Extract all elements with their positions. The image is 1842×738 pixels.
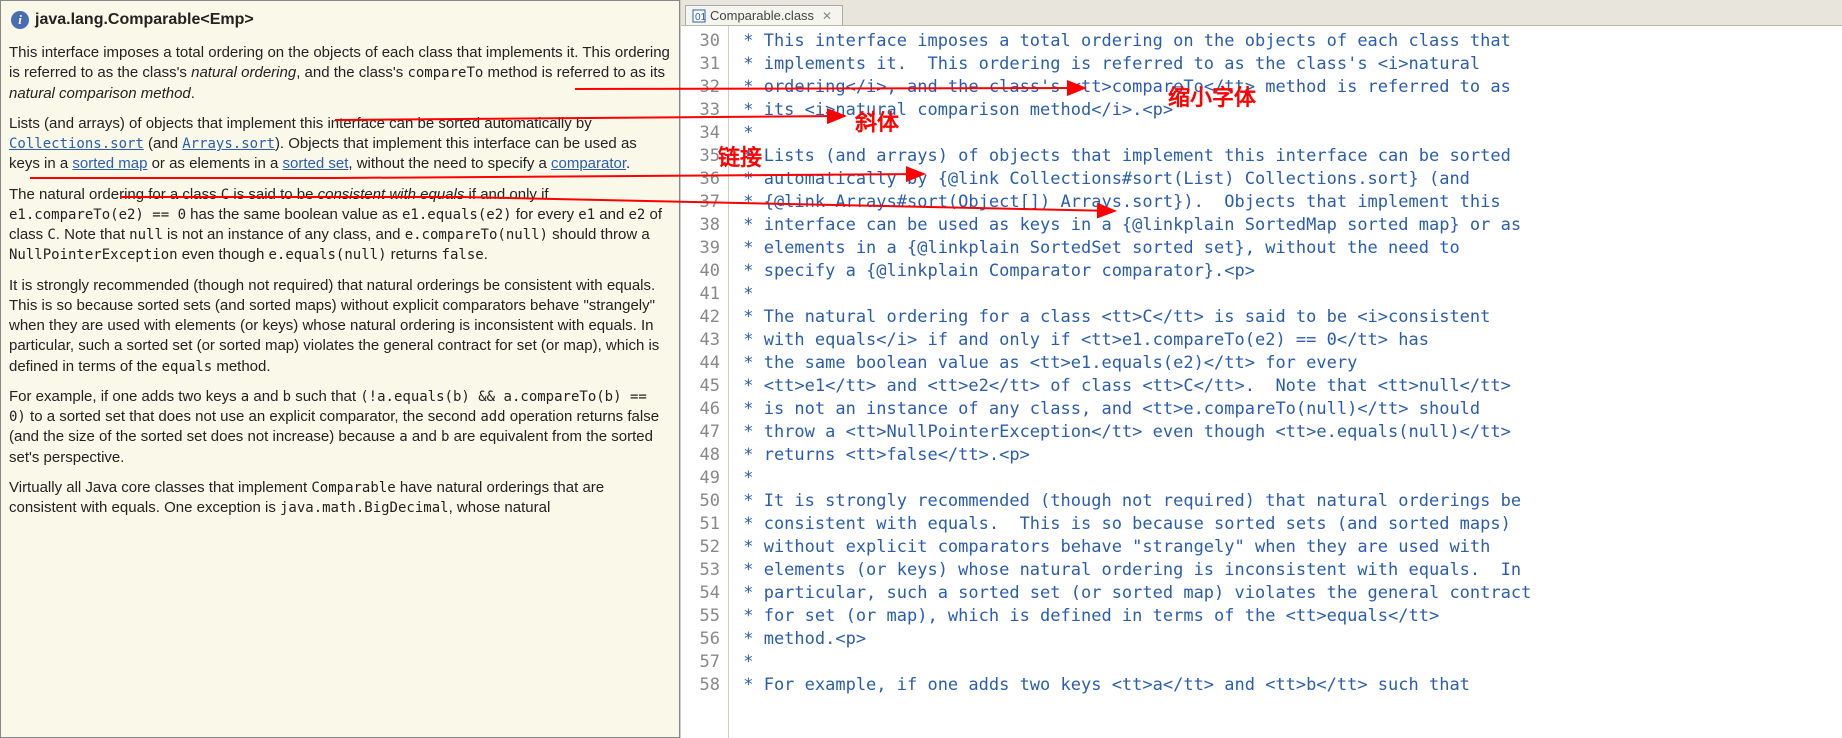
code-line[interactable]: * {@link Arrays#sort(Object[]) Arrays.so… bbox=[733, 191, 1838, 214]
line-number: 42 bbox=[685, 306, 720, 329]
code-line[interactable]: * implements it. This ordering is referr… bbox=[733, 53, 1838, 76]
code-text-area[interactable]: * This interface imposes a total orderin… bbox=[729, 26, 1842, 738]
link-sorted-map[interactable]: sorted map bbox=[72, 155, 147, 172]
code-line[interactable]: * its <i>natural comparison method</i>.<… bbox=[733, 99, 1838, 122]
line-number: 58 bbox=[685, 674, 720, 697]
line-number-gutter: 3031323334353637383940414243444546474849… bbox=[681, 26, 729, 738]
svg-text:01: 01 bbox=[695, 12, 706, 23]
javadoc-header: i java.lang.Comparable<Emp> bbox=[9, 7, 671, 33]
line-number: 50 bbox=[685, 490, 720, 513]
editor-tab-bar: 01 Comparable.class ✕ bbox=[681, 0, 1842, 26]
code-line[interactable]: * method.<p> bbox=[733, 628, 1838, 651]
code-line[interactable]: * the same boolean value as <tt>e1.equal… bbox=[733, 352, 1838, 375]
code-line[interactable]: * for set (or map), which is defined in … bbox=[733, 605, 1838, 628]
code-line[interactable]: * specify a {@linkplain Comparator compa… bbox=[733, 260, 1838, 283]
code-line[interactable]: * throw a <tt>NullPointerException</tt> … bbox=[733, 421, 1838, 444]
line-number: 51 bbox=[685, 513, 720, 536]
line-number: 39 bbox=[685, 237, 720, 260]
link-arrays-sort[interactable]: Arrays.sort bbox=[182, 136, 275, 152]
line-number: 43 bbox=[685, 329, 720, 352]
line-number: 33 bbox=[685, 99, 720, 122]
code-line[interactable]: * <tt>e1</tt> and <tt>e2</tt> of class <… bbox=[733, 375, 1838, 398]
close-icon[interactable]: ✕ bbox=[822, 9, 832, 23]
code-line[interactable]: * ordering</i>, and the class's <tt>comp… bbox=[733, 76, 1838, 99]
class-file-icon: 01 bbox=[692, 9, 706, 23]
code-line[interactable]: * The natural ordering for a class <tt>C… bbox=[733, 306, 1838, 329]
line-number: 34 bbox=[685, 122, 720, 145]
line-number: 44 bbox=[685, 352, 720, 375]
javadoc-paragraph-2: Lists (and arrays) of objects that imple… bbox=[9, 114, 671, 175]
javadoc-paragraph-5: For example, if one adds two keys a and … bbox=[9, 387, 671, 468]
code-line[interactable]: * elements in a {@linkplain SortedSet so… bbox=[733, 237, 1838, 260]
code-line[interactable]: * returns <tt>false</tt>.<p> bbox=[733, 444, 1838, 467]
link-comparator[interactable]: comparator bbox=[551, 155, 626, 172]
line-number: 30 bbox=[685, 30, 720, 53]
tab-comparable-class[interactable]: 01 Comparable.class ✕ bbox=[685, 5, 843, 25]
code-line[interactable]: * particular, such a sorted set (or sort… bbox=[733, 582, 1838, 605]
code-editor[interactable]: 3031323334353637383940414243444546474849… bbox=[681, 26, 1842, 738]
code-line[interactable]: * Lists (and arrays) of objects that imp… bbox=[733, 145, 1838, 168]
code-line[interactable]: * It is strongly recommended (though not… bbox=[733, 490, 1838, 513]
tab-label: Comparable.class bbox=[710, 8, 814, 23]
line-number: 48 bbox=[685, 444, 720, 467]
line-number: 36 bbox=[685, 168, 720, 191]
code-line[interactable]: * is not an instance of any class, and <… bbox=[733, 398, 1838, 421]
code-line[interactable]: * bbox=[733, 122, 1838, 145]
code-line[interactable]: * consistent with equals. This is so bec… bbox=[733, 513, 1838, 536]
javadoc-paragraph-4: It is strongly recommended (though not r… bbox=[9, 276, 671, 377]
line-number: 46 bbox=[685, 398, 720, 421]
line-number: 55 bbox=[685, 605, 720, 628]
line-number: 57 bbox=[685, 651, 720, 674]
line-number: 47 bbox=[685, 421, 720, 444]
line-number: 52 bbox=[685, 536, 720, 559]
line-number: 32 bbox=[685, 76, 720, 99]
code-line[interactable]: * bbox=[733, 283, 1838, 306]
line-number: 53 bbox=[685, 559, 720, 582]
line-number: 41 bbox=[685, 283, 720, 306]
code-line[interactable]: * bbox=[733, 651, 1838, 674]
link-sorted-set[interactable]: sorted set bbox=[283, 155, 349, 172]
line-number: 37 bbox=[685, 191, 720, 214]
code-line[interactable]: * with equals</i> if and only if <tt>e1.… bbox=[733, 329, 1838, 352]
editor-pane: 01 Comparable.class ✕ 303132333435363738… bbox=[680, 0, 1842, 738]
code-line[interactable]: * elements (or keys) whose natural order… bbox=[733, 559, 1838, 582]
javadoc-paragraph-3: The natural ordering for a class C is sa… bbox=[9, 185, 671, 266]
line-number: 35 bbox=[685, 145, 720, 168]
code-line[interactable]: * bbox=[733, 467, 1838, 490]
javadoc-hover-pane: i java.lang.Comparable<Emp> This interfa… bbox=[0, 0, 680, 738]
line-number: 40 bbox=[685, 260, 720, 283]
javadoc-paragraph-6: Virtually all Java core classes that imp… bbox=[9, 478, 671, 519]
line-number: 49 bbox=[685, 467, 720, 490]
line-number: 38 bbox=[685, 214, 720, 237]
line-number: 54 bbox=[685, 582, 720, 605]
code-line[interactable]: * interface can be used as keys in a {@l… bbox=[733, 214, 1838, 237]
code-line[interactable]: * This interface imposes a total orderin… bbox=[733, 30, 1838, 53]
link-collections-sort[interactable]: Collections.sort bbox=[9, 136, 144, 152]
code-line[interactable]: * For example, if one adds two keys <tt>… bbox=[733, 674, 1838, 697]
info-icon: i bbox=[11, 11, 29, 29]
code-line[interactable]: * without explicit comparators behave "s… bbox=[733, 536, 1838, 559]
line-number: 56 bbox=[685, 628, 720, 651]
line-number: 31 bbox=[685, 53, 720, 76]
line-number: 45 bbox=[685, 375, 720, 398]
javadoc-title: java.lang.Comparable<Emp> bbox=[35, 11, 254, 29]
javadoc-paragraph-1: This interface imposes a total ordering … bbox=[9, 43, 671, 104]
code-line[interactable]: * automatically by {@link Collections#so… bbox=[733, 168, 1838, 191]
